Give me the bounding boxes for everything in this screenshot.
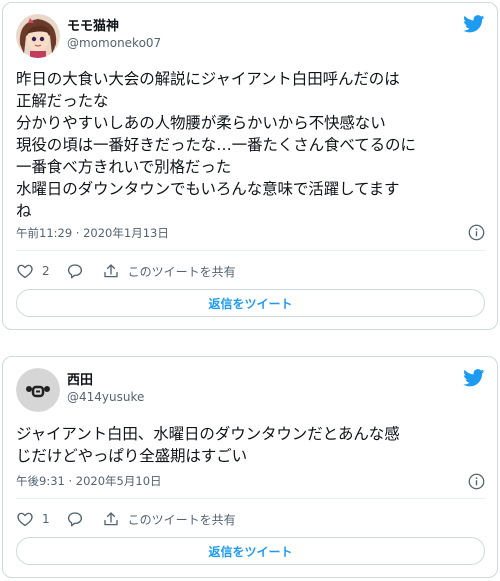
anime-character-avatar-icon[interactable] [16, 14, 60, 58]
twitter-bird-icon[interactable] [463, 369, 485, 387]
tweet-card[interactable]: モモ猫神 @momoneko07 昨日の大食い大会の解説にジャイアント白田呼んだ… [2, 2, 498, 330]
speech-bubble-icon [66, 262, 84, 280]
heart-icon [16, 510, 34, 528]
user-name[interactable]: 西田 [67, 369, 93, 388]
default-face-avatar-icon[interactable] [16, 368, 60, 412]
tweet-actions: 2 このツイートを共有 [16, 261, 236, 281]
tweet-actions: 1 このツイートを共有 [16, 509, 236, 529]
tweet-timestamp[interactable]: 午後9:31 · 2020年5月10日 [16, 473, 162, 489]
reply-tweet-button[interactable]: 返信をツイート [16, 289, 485, 317]
info-icon[interactable] [468, 473, 485, 490]
share-label: このツイートを共有 [127, 264, 236, 279]
share-icon [102, 510, 120, 528]
user-handle[interactable]: @414yusuke [67, 390, 144, 404]
tweet-timestamp[interactable]: 午前11:29 · 2020年1月13日 [16, 225, 169, 241]
tweet-text: 昨日の大食い大会の解説にジャイアント白田呼んだのは 正解だったな 分かりやすいし… [16, 70, 416, 220]
share-button[interactable]: このツイートを共有 [102, 262, 236, 280]
share-button[interactable]: このツイートを共有 [102, 510, 236, 528]
user-handle[interactable]: @momoneko07 [67, 36, 161, 50]
tweet-card[interactable]: 西田 @414yusuke ジャイアント白田、水曜日のダウンタウンだとあんな感 … [2, 356, 498, 578]
like-count: 2 [42, 264, 50, 278]
like-button[interactable]: 2 [16, 262, 50, 280]
info-icon[interactable] [468, 224, 485, 241]
reply-action[interactable] [66, 262, 84, 280]
like-count: 1 [42, 512, 50, 526]
reply-action[interactable] [66, 510, 84, 528]
divider [16, 250, 485, 251]
twitter-bird-icon[interactable] [463, 15, 485, 33]
user-name[interactable]: モモ猫神 [67, 15, 119, 34]
divider [16, 498, 485, 499]
speech-bubble-icon [66, 510, 84, 528]
like-button[interactable]: 1 [16, 510, 50, 528]
tweet-embed-page: モモ猫神 @momoneko07 昨日の大食い大会の解説にジャイアント白田呼んだ… [0, 0, 500, 581]
share-icon [102, 262, 120, 280]
reply-tweet-button[interactable]: 返信をツイート [16, 537, 485, 565]
share-label: このツイートを共有 [127, 512, 236, 527]
tweet-text: ジャイアント白田、水曜日のダウンタウンだとあんな感 じだけどやっぱり全盛期はすご… [16, 425, 400, 465]
heart-icon [16, 262, 34, 280]
